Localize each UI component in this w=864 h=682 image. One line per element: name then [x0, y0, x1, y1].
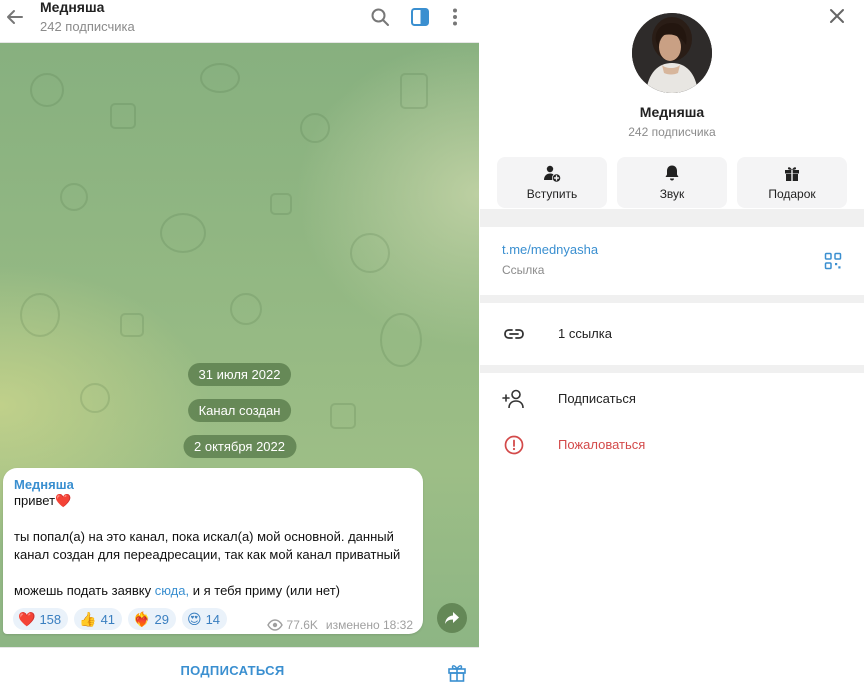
reactions-bar: ❤️ 158 👍 41 ❤️‍🔥 29 😍 14	[13, 608, 228, 630]
wallpaper-doodle	[380, 313, 422, 367]
wallpaper-doodle	[270, 193, 292, 215]
message-line: можешь подать заявку сюда, и я тебя прим…	[14, 582, 412, 600]
reaction-count: 29	[154, 611, 169, 627]
avatar-portrait-icon	[632, 13, 712, 93]
share-button[interactable]	[437, 603, 467, 633]
message-tail-text: и я тебя приму (или нет)	[189, 583, 341, 598]
wallpaper-doodle	[120, 313, 144, 337]
qr-code-icon[interactable]	[824, 252, 842, 270]
message-line: канал создан для переадресации, так как …	[14, 547, 401, 562]
warning-icon	[504, 435, 524, 455]
links-count: 1 ссылка	[558, 326, 612, 341]
wallpaper-doodle	[160, 213, 206, 253]
gift-button[interactable]: Подарок	[737, 157, 847, 208]
message-author[interactable]: Медняша	[14, 477, 412, 492]
message-request-text: можешь подать заявку	[14, 583, 152, 598]
message-line: ты попал(а) на это канал, пока искал(а) …	[14, 529, 394, 544]
subscribe-row[interactable]: Подписаться	[480, 384, 864, 414]
edited-time: изменено 18:32	[325, 618, 413, 632]
heart-eyes-reaction-icon: 😍	[186, 611, 202, 627]
chat-footer: ПОДПИСАТЬСЯ	[0, 647, 479, 682]
wallpaper-doodle	[60, 183, 88, 211]
reaction-count: 14	[205, 611, 221, 627]
chat-header: Медняша 242 подписчика	[0, 0, 479, 43]
section-divider	[480, 295, 864, 303]
reaction-count: 41	[100, 611, 116, 627]
reaction-thumbs-up[interactable]: 👍 41	[74, 608, 123, 630]
report-label: Пожаловаться	[558, 437, 646, 452]
channel-name: Медняша	[639, 104, 705, 120]
eye-icon	[266, 619, 283, 631]
reaction-heart-eyes[interactable]: 😍 14	[181, 608, 228, 630]
action-buttons: Вступить Звук Подарок	[497, 157, 847, 208]
reaction-heart-on-fire[interactable]: ❤️‍🔥 29	[128, 608, 176, 630]
invite-link-block[interactable]: t.me/mednyasha Ссылка	[502, 242, 598, 277]
link-icon	[504, 329, 524, 339]
wallpaper-doodle	[30, 73, 64, 107]
reaction-count: 158	[39, 611, 62, 627]
section-divider	[480, 365, 864, 373]
wallpaper-doodle	[230, 293, 262, 325]
wallpaper-doodle	[300, 113, 330, 143]
wallpaper-doodle	[110, 103, 136, 129]
date-pill: 31 июля 2022	[187, 363, 292, 386]
section-divider	[480, 209, 864, 227]
sound-button[interactable]: Звук	[617, 157, 727, 208]
bell-icon	[665, 165, 679, 181]
channel-subscriber-count: 242 подписчика	[628, 125, 716, 139]
message-greeting: привет	[14, 493, 56, 508]
gift-icon	[785, 167, 799, 181]
service-message-channel-created: Канал создан	[187, 399, 292, 422]
invite-link-caption: Ссылка	[502, 263, 545, 277]
gift-label: Подарок	[768, 187, 816, 201]
join-icon	[544, 165, 561, 182]
back-arrow-icon[interactable]	[4, 6, 26, 28]
wallpaper-doodle	[330, 403, 356, 429]
channel-message[interactable]: Медняша привет❤️ ты попал(а) на это кана…	[3, 468, 423, 634]
links-row[interactable]: 1 ссылка	[480, 319, 864, 349]
thumbs-up-reaction-icon: 👍	[79, 611, 97, 627]
invite-link[interactable]: t.me/mednyasha	[502, 242, 598, 257]
channel-info-pane: Медняша 242 подписчика Вступить Звук Под…	[480, 0, 864, 682]
join-button[interactable]: Вступить	[497, 157, 607, 208]
add-user-icon	[502, 389, 524, 409]
close-icon[interactable]	[827, 6, 847, 26]
date-pill: 2 октября 2022	[183, 435, 296, 458]
reaction-heart[interactable]: ❤️ 158	[13, 608, 69, 630]
message-link[interactable]: сюда,	[155, 583, 189, 598]
share-arrow-icon	[445, 612, 459, 624]
message-line	[14, 510, 412, 528]
wallpaper-doodle	[350, 233, 390, 273]
heart-reaction-icon: ❤️	[18, 611, 36, 627]
view-count: 77.6K	[286, 618, 318, 632]
wallpaper-doodle	[20, 293, 60, 337]
sidebar-toggle-icon[interactable]	[409, 6, 431, 28]
chat-subscriber-count: 242 подписчика	[40, 19, 135, 34]
wallpaper-doodle	[200, 63, 240, 93]
chat-pane: Медняша 242 подписчика 31 июля 2022 Кана	[0, 0, 479, 682]
report-row[interactable]: Пожаловаться	[480, 430, 864, 460]
more-menu-icon[interactable]	[444, 6, 466, 28]
message-line: привет❤️	[14, 492, 412, 510]
heart-on-fire-reaction-icon: ❤️‍🔥	[133, 611, 151, 627]
heart-emoji: ❤️	[55, 493, 72, 508]
wallpaper-doodle	[400, 73, 428, 109]
subscribe-label: Подписаться	[558, 391, 636, 406]
gift-icon[interactable]	[446, 661, 468, 682]
sound-label: Звук	[659, 187, 685, 201]
wallpaper-doodle	[80, 383, 110, 413]
chat-title[interactable]: Медняша	[40, 0, 104, 15]
avatar[interactable]	[632, 13, 712, 93]
message-line	[14, 564, 412, 582]
message-meta: 77.6K изменено 18:32	[266, 618, 413, 632]
join-label: Вступить	[526, 187, 578, 201]
subscribe-button[interactable]: ПОДПИСАТЬСЯ	[0, 663, 465, 678]
search-icon[interactable]	[369, 6, 391, 28]
